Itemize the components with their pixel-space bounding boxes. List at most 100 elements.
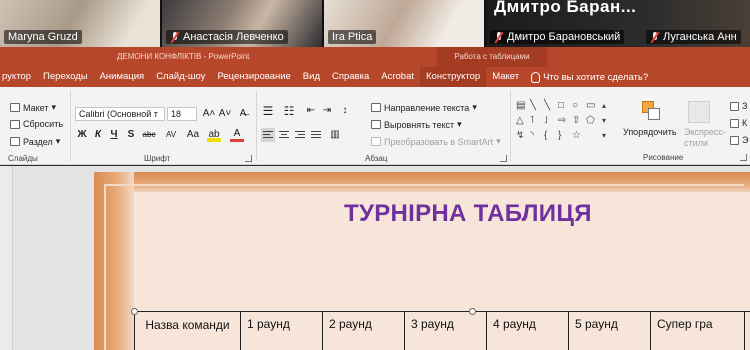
- align-left-icon[interactable]: [261, 128, 275, 142]
- textbox-shape-icon[interactable]: ▤: [516, 101, 525, 111]
- connector-shape-icon[interactable]: ˥: [530, 116, 534, 126]
- table-header-cell[interactable]: Супер гра: [650, 312, 744, 350]
- curve-shape-icon[interactable]: ↯: [516, 131, 524, 141]
- font-color-icon[interactable]: A: [230, 128, 244, 142]
- strikethrough-button[interactable]: abc: [139, 128, 159, 142]
- tab-acrobat[interactable]: Acrobat: [375, 67, 420, 87]
- slide-title[interactable]: ТУРНІРНА ТАБЛИЦЯ: [344, 200, 592, 228]
- triangle-shape-icon[interactable]: △: [516, 116, 524, 126]
- shrink-font-button[interactable]: A˅: [218, 107, 232, 121]
- align-right-icon[interactable]: [293, 128, 307, 142]
- reset-button[interactable]: Сбросить: [10, 119, 63, 129]
- section-button[interactable]: Раздел ▾: [10, 136, 60, 147]
- underline-button[interactable]: Ч: [107, 128, 121, 142]
- table-header-cell[interactable]: [744, 312, 750, 350]
- connector-shape-icon[interactable]: ˩: [544, 116, 548, 126]
- dialog-launcher-icon[interactable]: [245, 155, 252, 162]
- gallery-more-icon[interactable]: ▾: [602, 131, 606, 141]
- powerpoint-titlebar: ДЕМОНИ КОНФЛІКТІВ - PowerPoint Работа с …: [0, 47, 750, 67]
- flowchart-shape-icon[interactable]: ⬠: [586, 116, 595, 126]
- convert-smartart-button: Преобразовать в SmartArt ▾: [371, 136, 501, 147]
- tell-me-box[interactable]: Что вы хотите сделать?: [525, 71, 648, 83]
- quick-styles-button: Экспресс-стили: [684, 127, 726, 148]
- dialog-launcher-icon[interactable]: [740, 154, 747, 161]
- layout-button[interactable]: Макет ▾: [10, 102, 56, 113]
- table-header-cell[interactable]: 4 раунд: [486, 312, 568, 350]
- section-icon: [10, 137, 20, 146]
- decrease-indent-icon[interactable]: ⇤: [304, 104, 318, 118]
- brace-shape-icon[interactable]: {: [544, 131, 547, 141]
- font-size-select[interactable]: 18: [167, 107, 197, 121]
- tab-slideshow[interactable]: Слайд-шоу: [150, 67, 211, 87]
- shape-effects-button[interactable]: Э: [730, 135, 748, 145]
- tab-view[interactable]: Вид: [297, 67, 326, 87]
- columns-icon[interactable]: ▥: [328, 128, 342, 142]
- ribbon-group-paragraph: ☰ ☷ ⇤ ⇥ ↕ ▥ Направление текста ▾ Выровнят…: [258, 87, 510, 165]
- participant-tile[interactable]: Дмитро Баран... Дмитро Барановський Луга…: [486, 0, 750, 47]
- context-tab-group-label: Работа с таблицами: [437, 47, 547, 67]
- participant-tile-active-speaker[interactable]: Ira Ptica: [324, 0, 484, 47]
- table-header-cell[interactable]: 3 раунд: [404, 312, 486, 350]
- shape-outline-button[interactable]: К: [730, 118, 747, 128]
- gallery-scroll-icon[interactable]: ▾: [602, 116, 606, 126]
- bold-button[interactable]: Ж: [75, 128, 89, 142]
- shape-fill-button[interactable]: З: [730, 101, 747, 111]
- dialog-launcher-icon[interactable]: [500, 155, 507, 162]
- table-header-cell[interactable]: 5 раунд: [568, 312, 650, 350]
- zoom-gallery-strip: Maryna Gruzd Анастасія Левченко Ira Ptic…: [0, 0, 750, 47]
- tab-help[interactable]: Справка: [326, 67, 375, 87]
- line-spacing-icon[interactable]: ↕: [338, 104, 352, 118]
- tab-animation[interactable]: Анимация: [94, 67, 151, 87]
- selection-handle[interactable]: [469, 308, 476, 315]
- table-header-cell[interactable]: 2 раунд: [322, 312, 404, 350]
- rectangle-shape-icon[interactable]: □: [558, 101, 564, 111]
- oval-shape-icon[interactable]: ○: [572, 101, 578, 111]
- tab-table-design[interactable]: Конструктор: [420, 67, 487, 87]
- highlight-color-icon[interactable]: ab: [207, 128, 221, 142]
- justify-icon[interactable]: [309, 128, 323, 142]
- increase-indent-icon[interactable]: ⇥: [320, 104, 334, 118]
- group-label: Шрифт: [144, 154, 171, 163]
- table-header-cell[interactable]: Назва команди: [134, 312, 240, 350]
- rectangle-shape-icon[interactable]: ▭: [586, 101, 595, 111]
- font-name-select[interactable]: Calibri (Основной т: [75, 107, 165, 121]
- arrow-up-shape-icon[interactable]: ⇧: [572, 116, 580, 126]
- tab-transitions[interactable]: Переходы: [37, 67, 94, 87]
- tab-table-layout[interactable]: Макет: [486, 67, 525, 87]
- table-header-cell[interactable]: 1 раунд: [240, 312, 322, 350]
- line-shape-icon[interactable]: ╲: [544, 101, 550, 111]
- arrange-button[interactable]: Упорядочить: [623, 127, 677, 137]
- brace-shape-icon[interactable]: }: [558, 131, 561, 141]
- text-direction-button[interactable]: Направление текста ▾: [371, 102, 477, 113]
- italic-button[interactable]: К: [91, 128, 105, 142]
- shapes-gallery[interactable]: ▤ ╲ ╲ □ ○ ▭ △ ˥ ˩ ⇨ ⇧ ⬠ ↯ ◝ { } ☆ ▴ ▾ ▾: [514, 101, 614, 149]
- grow-font-button[interactable]: A˄: [202, 107, 216, 121]
- ribbon-tab-bar: руктор Переходы Анимация Слайд-шоу Рецен…: [0, 67, 750, 87]
- align-text-icon: [371, 120, 381, 129]
- star-shape-icon[interactable]: ☆: [572, 131, 581, 141]
- shadow-button[interactable]: S: [124, 128, 138, 142]
- selection-handle[interactable]: [131, 308, 138, 315]
- tab-design[interactable]: руктор: [0, 67, 37, 87]
- participant-name-tag: Дмитро Барановський: [490, 30, 625, 44]
- tab-review[interactable]: Рецензирование: [211, 67, 296, 87]
- arc-shape-icon[interactable]: ◝: [530, 131, 534, 141]
- arrow-right-shape-icon[interactable]: ⇨: [558, 116, 566, 126]
- participant-name-tag: Анастасія Левченко: [166, 30, 288, 44]
- char-spacing-button[interactable]: AV: [161, 128, 181, 142]
- participant-tile[interactable]: Maryna Gruzd: [0, 0, 160, 47]
- line-shape-icon[interactable]: ╲: [530, 101, 536, 111]
- bullets-icon[interactable]: ☰: [261, 104, 275, 118]
- change-case-button[interactable]: Aa: [184, 128, 202, 142]
- tournament-table[interactable]: Назва команди 1 раунд 2 раунд 3 раунд 4 …: [134, 311, 750, 350]
- numbering-icon[interactable]: ☷: [282, 104, 296, 118]
- slide-canvas[interactable]: ТУРНІРНА ТАБЛИЦЯ Назва команди 1 раунд 2…: [94, 172, 750, 350]
- gallery-scroll-icon[interactable]: ▴: [602, 101, 606, 111]
- participant-tile[interactable]: Анастасія Левченко: [162, 0, 322, 47]
- mic-muted-icon: [494, 31, 504, 43]
- align-text-button[interactable]: Выровнять текст ▾: [371, 119, 462, 130]
- clear-formatting-button[interactable]: A̶: [236, 107, 250, 121]
- lightbulb-icon: [531, 71, 541, 83]
- slide-thumbnails-pane[interactable]: [0, 166, 13, 350]
- align-center-icon[interactable]: [277, 128, 291, 142]
